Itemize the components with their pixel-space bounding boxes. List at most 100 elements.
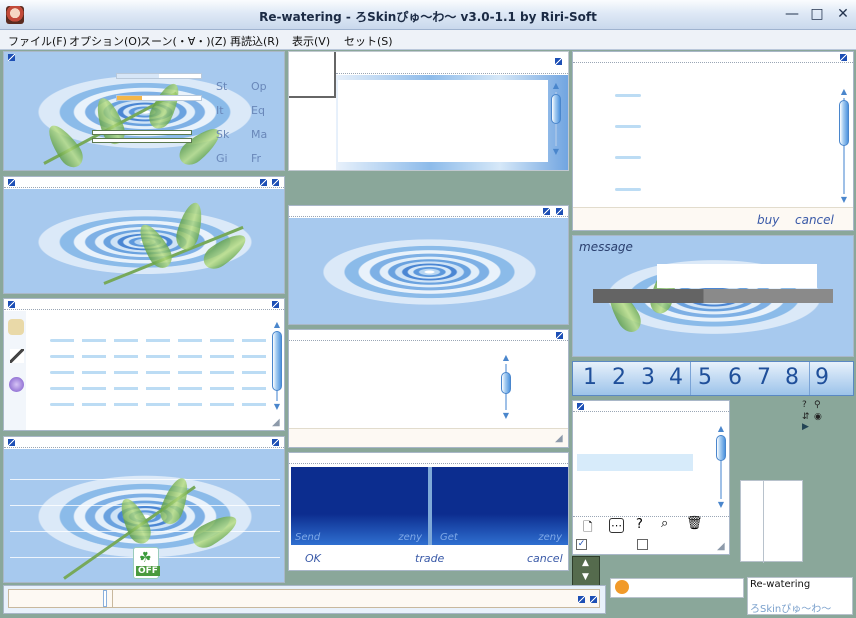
item-button[interactable]: It (216, 104, 224, 117)
status-button[interactable]: St (216, 80, 227, 93)
tool-question-icon[interactable]: ? (802, 400, 807, 410)
info-subtitle: ろSkinぴゅ～わ～ (750, 604, 832, 615)
exp-bar (92, 130, 192, 135)
panel-mini-icon[interactable] (272, 439, 279, 446)
checkbox-checked[interactable]: ✓ (576, 539, 587, 550)
close-button[interactable]: ✕ (832, 5, 854, 25)
arrow-up-icon[interactable]: ▲ (582, 558, 589, 568)
guild-button[interactable]: Gi (216, 152, 228, 165)
friend-button[interactable]: Fr (251, 152, 261, 165)
resize-grip-icon[interactable]: ◢ (272, 417, 283, 428)
job-exp-bar (92, 138, 192, 143)
menu-view[interactable]: 表示(V) (292, 33, 330, 49)
menu-option[interactable]: オプション(O) (69, 33, 141, 49)
guild-scrollbar[interactable]: ▲ ▼ (716, 425, 726, 509)
buy-button[interactable]: buy (757, 213, 779, 227)
panel-mini-icon[interactable] (590, 596, 597, 603)
potion-icon[interactable] (9, 377, 24, 392)
hotkey-bar: 1 2 3 4 5 6 7 8 9 (572, 361, 854, 396)
scroll-widget[interactable]: ▲ ▼ (572, 556, 600, 586)
npc-portrait (289, 52, 336, 98)
hand-icon[interactable] (8, 319, 24, 335)
window-title: Re-watering - ろSkinぴゅ～わ～ v3.0-1.1 by Rir… (259, 10, 597, 24)
hotkey-4[interactable]: 4 (669, 365, 683, 390)
menu-set[interactable]: セット(S) (344, 33, 393, 49)
panel-mini-icon[interactable] (8, 179, 15, 186)
panel-mini-icon[interactable] (8, 301, 15, 308)
panel-mini-icon[interactable] (577, 403, 584, 410)
party-toggle-button[interactable]: ☘ OFF (133, 547, 160, 579)
menu-reload[interactable]: 再読込(R) (230, 33, 279, 49)
trade-confirm-button[interactable]: trade (415, 552, 444, 565)
menu-soon[interactable]: スーン(・∀・)(Z) (140, 33, 227, 49)
hotkey-7[interactable]: 7 (757, 365, 771, 390)
hotkey-6[interactable]: 6 (728, 365, 742, 390)
hotkey-1[interactable]: 1 (583, 365, 597, 390)
panel-mini-icon[interactable] (555, 58, 562, 65)
inventory-list-panel: ▲ ▼ ◢ (3, 298, 285, 431)
hotkey-3[interactable]: 3 (641, 365, 655, 390)
storage-list-panel: ▲ ▼ ◢ (288, 329, 569, 448)
party-panel: ☘ OFF (3, 436, 285, 583)
storage-scrollbar[interactable]: ▲ ▼ (501, 354, 511, 420)
skill-button[interactable]: Sk (216, 128, 229, 141)
tool-play-icon[interactable]: ▶ (802, 422, 809, 432)
sp-bar (116, 95, 202, 101)
chat-divider[interactable] (103, 590, 107, 607)
minimize-button[interactable]: — (781, 5, 803, 25)
tool-arrow-icon[interactable]: ⇵ (802, 412, 810, 422)
hotkey-8[interactable]: 8 (785, 365, 799, 390)
panel-mini-icon[interactable] (556, 208, 563, 215)
tool-pin-icon[interactable]: ⚲ (814, 400, 821, 410)
water-panel-left (3, 176, 285, 294)
panel-mini-icon[interactable] (272, 301, 279, 308)
panel-mini-icon[interactable] (556, 332, 563, 339)
blank-frame (740, 480, 803, 563)
hotkey-5[interactable]: 5 (698, 365, 712, 390)
title-bar: Re-watering - ろSkinぴゅ～わ～ v3.0-1.1 by Rir… (0, 0, 856, 30)
panel-mini-icon[interactable] (8, 439, 15, 446)
message-panel: message (572, 235, 854, 357)
help-icon[interactable]: ? (636, 517, 643, 532)
chat-icon[interactable]: ⋯ (609, 518, 624, 533)
info-box: Re-watering ろSkinぴゅ～わ～ (747, 577, 853, 615)
checkbox-unchecked[interactable] (637, 539, 648, 550)
option-button[interactable]: Op (251, 80, 267, 93)
list-scrollbar[interactable]: ▲ ▼ (272, 321, 282, 411)
trade-ok-button[interactable]: OK (305, 552, 321, 565)
chat-input[interactable] (8, 589, 600, 608)
menu-file[interactable]: ファイル(F) (8, 33, 67, 49)
water-panel-center (288, 205, 569, 325)
status-box (610, 578, 744, 598)
equip-button[interactable]: Eq (251, 104, 265, 117)
search-icon[interactable]: ⌕ (661, 516, 668, 531)
arrow-down-icon[interactable]: ▼ (582, 572, 589, 582)
maximize-button[interactable]: □ (806, 5, 828, 25)
clover-icon: ☘ (139, 550, 152, 566)
panel-mini-icon[interactable] (260, 179, 267, 186)
trade-cancel-button[interactable]: cancel (527, 552, 563, 565)
shop-scrollbar[interactable]: ▲ ▼ (839, 88, 849, 204)
resize-grip-icon[interactable]: ◢ (555, 433, 566, 444)
panel-mini-icon[interactable] (840, 54, 847, 61)
panel-mini-icon[interactable] (272, 179, 279, 186)
hotkey-9[interactable]: 9 (815, 365, 829, 390)
view-icon[interactable]: 🗋 (583, 518, 593, 539)
selected-row[interactable] (577, 454, 693, 471)
hp-bar (116, 73, 202, 79)
refresh-icon[interactable] (615, 580, 629, 594)
trade-panel: Send zeny Get zeny OK trade cancel (288, 452, 569, 571)
panel-mini-icon[interactable] (578, 596, 585, 603)
trash-icon[interactable]: 🗑 (686, 516, 703, 531)
sword-icon[interactable] (10, 349, 24, 363)
storage-footer (289, 428, 568, 447)
shop-cancel-button[interactable]: cancel (795, 213, 834, 227)
panel-mini-icon[interactable] (543, 208, 550, 215)
map-button[interactable]: Ma (251, 128, 267, 141)
npc-scrollbar[interactable]: ▲ ▼ (551, 82, 561, 156)
tool-eye-icon[interactable]: ◉ (814, 412, 822, 422)
hotkey-2[interactable]: 2 (612, 365, 626, 390)
panel-mini-icon[interactable] (8, 54, 15, 61)
resize-grip-icon[interactable]: ◢ (717, 541, 728, 552)
info-title: Re-watering (750, 579, 811, 590)
